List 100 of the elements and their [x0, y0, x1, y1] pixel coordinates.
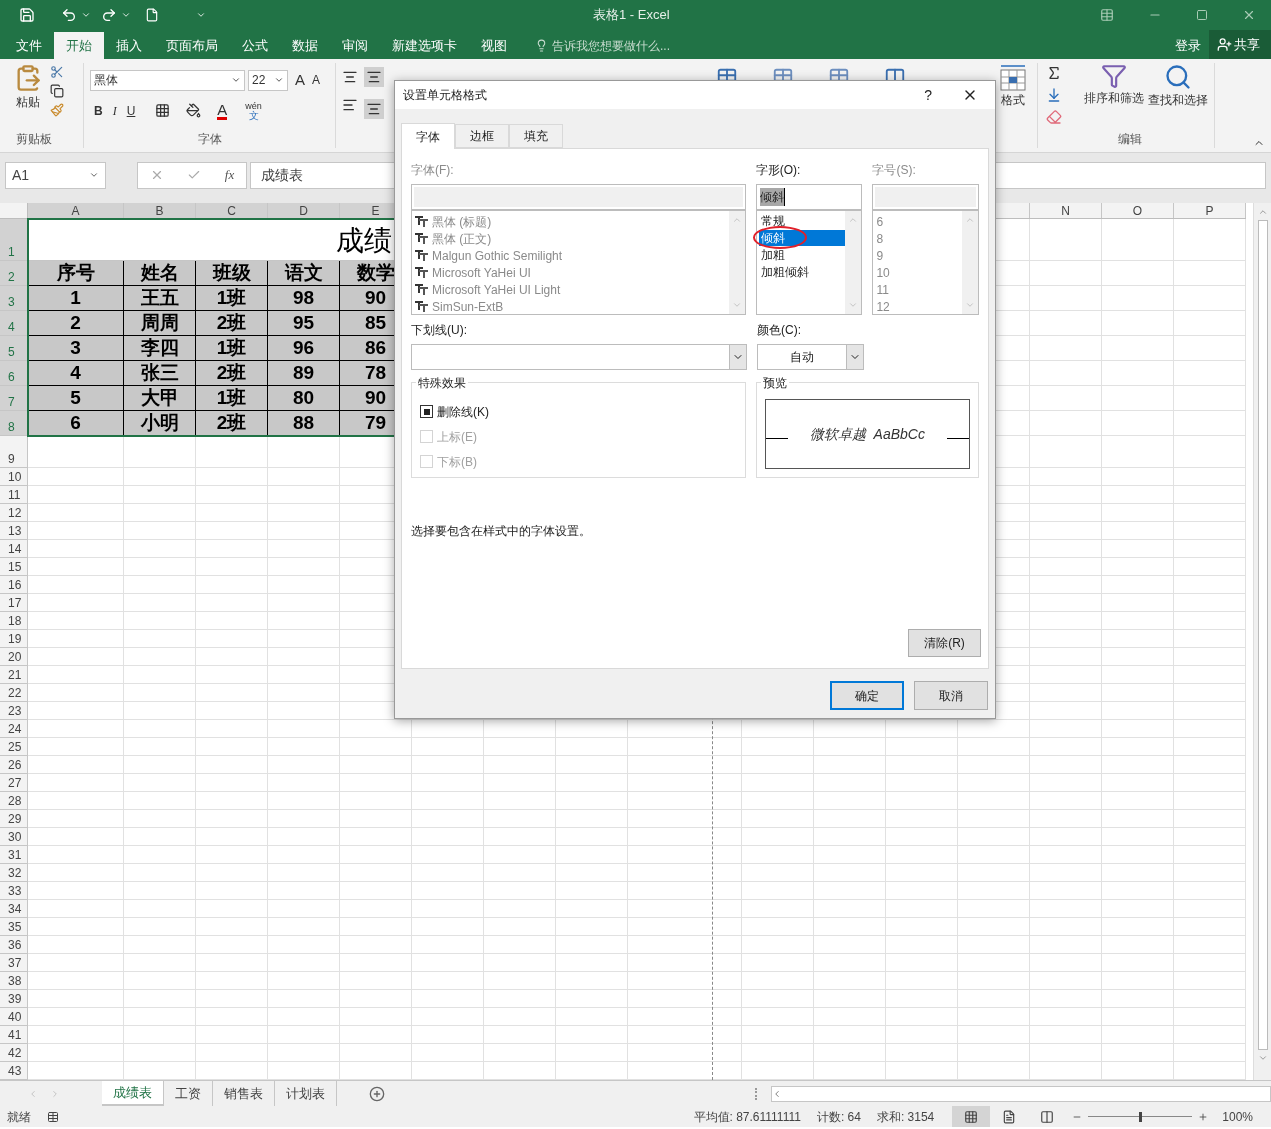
grow-font-button[interactable]: A	[295, 69, 305, 92]
column-header[interactable]: C	[227, 201, 236, 220]
copy-icon[interactable]	[50, 84, 64, 98]
undo-icon[interactable]	[61, 7, 77, 23]
sign-in-link[interactable]: 登录	[1175, 32, 1201, 59]
style-list-item[interactable]: 加粗	[758, 247, 846, 263]
column-header[interactable]: B	[155, 201, 164, 220]
row-header[interactable]: 6	[8, 369, 15, 385]
row-header[interactable]: 1	[8, 244, 15, 260]
eraser-icon[interactable]	[1046, 109, 1062, 125]
row-header[interactable]: 5	[8, 344, 15, 360]
color-dropdown[interactable]: 自动	[757, 344, 864, 370]
style-list[interactable]: 常规 倾斜 加粗 加粗倾斜	[755, 210, 863, 315]
find-select-button[interactable]: 查找和选择	[1148, 63, 1208, 130]
horizontal-scrollbar[interactable]	[771, 1085, 1271, 1102]
dialog-tab[interactable]: 边框	[455, 124, 509, 148]
name-box[interactable]: A1	[5, 161, 106, 189]
style-list-item[interactable]: 加粗倾斜	[758, 264, 846, 280]
customize-icon[interactable]	[196, 10, 206, 20]
column-header[interactable]: E	[371, 201, 380, 220]
scroll-down-icon[interactable]	[848, 300, 859, 310]
column-heading: 姓名	[140, 262, 179, 284]
zoom-in-icon[interactable]	[1198, 1111, 1209, 1122]
column-header[interactable]: A	[71, 201, 80, 220]
style-field[interactable]: 倾斜	[755, 184, 863, 210]
ribbon-tab[interactable]: 新建选项卡	[380, 32, 469, 59]
new-file-icon[interactable]	[145, 7, 159, 23]
sort-filter-button[interactable]: 排序和筛选	[1084, 63, 1144, 130]
underline-dropdown[interactable]	[411, 344, 747, 370]
align-middle-icon[interactable]	[366, 69, 382, 85]
row-header[interactable]: 2	[8, 269, 15, 285]
column-header[interactable]: P	[1205, 201, 1214, 220]
align-left-icon[interactable]	[342, 97, 358, 113]
align-top-icon[interactable]	[342, 69, 358, 85]
add-sheet-icon[interactable]	[369, 1085, 385, 1102]
row-header[interactable]: 9	[8, 451, 15, 467]
normal-view-button[interactable]	[952, 1106, 991, 1127]
row-header[interactable]: 3	[8, 294, 15, 310]
style-list-item[interactable]: 倾斜	[758, 230, 846, 246]
ribbon-tab[interactable]: 开始	[54, 32, 104, 59]
font-size-field[interactable]: 22	[248, 69, 288, 91]
zoom-thumb[interactable]	[1139, 1111, 1143, 1122]
ok-button[interactable]: 确定	[830, 681, 904, 710]
checkbox[interactable]	[420, 405, 433, 418]
row-header[interactable]: 4	[8, 319, 15, 335]
column-header[interactable]: D	[299, 201, 308, 220]
italic-button[interactable]: I	[112, 101, 117, 120]
ribbon-tab[interactable]: 视图	[469, 32, 519, 59]
scroll-up-icon[interactable]	[848, 215, 859, 225]
clear-button[interactable]: 清除(R)	[908, 629, 981, 657]
caret-icon[interactable]	[81, 10, 91, 20]
ribbon-tab[interactable]: 文件	[4, 32, 54, 59]
ribbon-tab[interactable]: 数据	[280, 32, 330, 59]
enter-icon[interactable]	[187, 168, 202, 182]
font-field[interactable]	[411, 184, 746, 210]
help-button[interactable]: ?	[924, 84, 932, 106]
format-painter-icon[interactable]	[50, 103, 64, 117]
row-header[interactable]: 7	[8, 394, 15, 410]
zoom-slider[interactable]	[1088, 1111, 1193, 1122]
share-button[interactable]: 共享	[1209, 30, 1271, 59]
borders-icon[interactable]	[155, 103, 171, 118]
fill-color-icon[interactable]	[186, 103, 202, 118]
cancel-button[interactable]: 取消	[914, 681, 988, 710]
row-header[interactable]: 8	[8, 419, 15, 435]
autosum-icon[interactable]	[1046, 65, 1062, 81]
ribbon-tab[interactable]: 公式	[230, 32, 280, 59]
caret-icon[interactable]	[121, 10, 131, 20]
scroll-left-icon[interactable]	[28, 1088, 38, 1099]
tell-me-field[interactable]: 告诉我您想要做什么...	[535, 32, 670, 59]
maximize-icon[interactable]	[1196, 9, 1208, 21]
align-center-icon[interactable]	[366, 101, 382, 117]
cut-icon[interactable]	[50, 65, 64, 79]
save-icon[interactable]	[19, 7, 35, 23]
bold-button[interactable]: B	[94, 101, 103, 120]
scroll-thumb[interactable]	[1257, 220, 1268, 1050]
vertical-scrollbar[interactable]	[1253, 203, 1271, 1080]
font-name-field[interactable]: 黑体	[90, 69, 245, 91]
fill-down-icon[interactable]	[1046, 87, 1062, 103]
phonetic-guide-button[interactable]: wén 文	[245, 101, 262, 120]
scroll-up-icon[interactable]	[1257, 207, 1268, 217]
dialog-tab[interactable]: 填充	[509, 124, 563, 148]
function-button[interactable]: fx	[224, 165, 235, 185]
column-header[interactable]: O	[1132, 201, 1143, 220]
redo-icon[interactable]	[101, 7, 117, 23]
ribbon-tab[interactable]: 页面布局	[154, 32, 230, 59]
size-field[interactable]	[872, 184, 979, 210]
sheet-tab[interactable]: 成绩表	[102, 1081, 164, 1106]
shrink-font-button[interactable]: A	[312, 71, 321, 90]
column-header[interactable]: N	[1061, 201, 1070, 220]
ribbon-tab[interactable]: 插入	[104, 32, 154, 59]
paste-button[interactable]: 粘贴	[8, 63, 48, 130]
dialog-tab[interactable]: 字体	[401, 123, 455, 149]
style-list-item[interactable]: 常规	[758, 213, 846, 229]
underline-button[interactable]: U	[126, 101, 136, 120]
format-button[interactable]: 格式	[997, 65, 1029, 125]
font-color-button[interactable]: A	[217, 101, 228, 120]
ribbon-tab[interactable]: 审阅	[330, 32, 380, 59]
scroll-right-icon[interactable]	[50, 1088, 60, 1099]
ribbon-display-icon[interactable]	[1100, 8, 1114, 22]
scroll-down-icon[interactable]	[1257, 1053, 1268, 1063]
